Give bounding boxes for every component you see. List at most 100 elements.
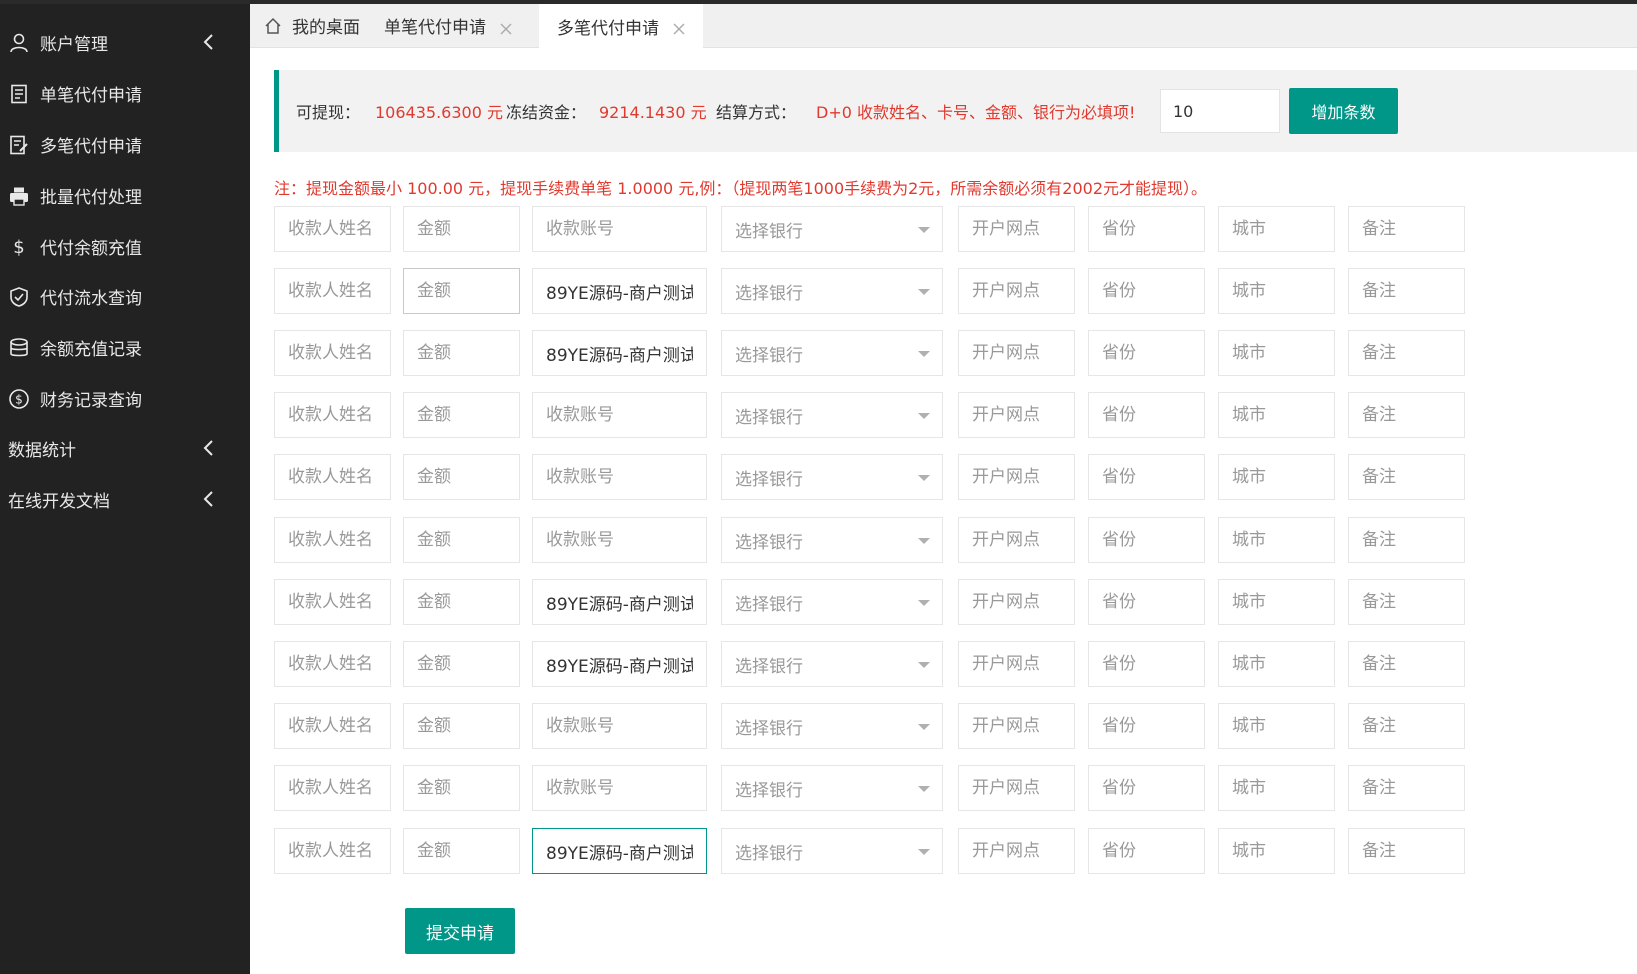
bank-select[interactable]: 选择银行 — [721, 454, 943, 500]
bank-select[interactable]: 选择银行 — [721, 206, 943, 252]
bank-select[interactable]: 选择银行 — [721, 703, 943, 749]
amount-input[interactable] — [403, 330, 520, 376]
name-input[interactable] — [274, 330, 391, 376]
remark-input[interactable] — [1348, 641, 1465, 687]
bank-select[interactable]: 选择银行 — [721, 268, 943, 314]
close-icon[interactable] — [500, 20, 512, 34]
city-input[interactable] — [1218, 517, 1335, 563]
province-input[interactable] — [1088, 206, 1205, 252]
city-input[interactable] — [1218, 268, 1335, 314]
city-input[interactable] — [1218, 206, 1335, 252]
remark-input[interactable] — [1348, 268, 1465, 314]
branch-input[interactable] — [958, 454, 1075, 500]
city-input[interactable] — [1218, 765, 1335, 811]
city-input[interactable] — [1218, 703, 1335, 749]
province-input[interactable] — [1088, 454, 1205, 500]
payment-row: 选择银行 — [0, 579, 1637, 625]
amount-input[interactable] — [403, 454, 520, 500]
submit-button[interactable]: 提交申请 — [405, 908, 515, 954]
account-input[interactable] — [532, 330, 707, 376]
branch-input[interactable] — [958, 641, 1075, 687]
province-input[interactable] — [1088, 517, 1205, 563]
province-input[interactable] — [1088, 641, 1205, 687]
city-input[interactable] — [1218, 330, 1335, 376]
tab-single-payment[interactable]: 单笔代付申请 — [384, 4, 512, 47]
amount-input[interactable] — [403, 828, 520, 874]
remark-input[interactable] — [1348, 579, 1465, 625]
close-icon[interactable] — [673, 20, 685, 35]
city-input[interactable] — [1218, 641, 1335, 687]
amount-input[interactable] — [403, 517, 520, 563]
account-input[interactable] — [532, 579, 707, 625]
tab-multi-payment[interactable]: 多笔代付申请 — [539, 4, 703, 48]
account-input[interactable] — [532, 392, 707, 438]
name-input[interactable] — [274, 268, 391, 314]
bank-select[interactable]: 选择银行 — [721, 392, 943, 438]
name-input[interactable] — [274, 828, 391, 874]
sidebar-item-3[interactable]: 多笔代付申请 — [0, 118, 250, 171]
city-input[interactable] — [1218, 454, 1335, 500]
account-input[interactable] — [532, 703, 707, 749]
tab-desktop[interactable]: 我的桌面 — [264, 4, 360, 47]
remark-input[interactable] — [1348, 517, 1465, 563]
amount-input[interactable] — [403, 765, 520, 811]
account-input[interactable] — [532, 641, 707, 687]
city-input[interactable] — [1218, 392, 1335, 438]
city-input[interactable] — [1218, 579, 1335, 625]
add-rows-button[interactable]: 增加条数 — [1289, 88, 1398, 134]
amount-input[interactable] — [403, 206, 520, 252]
branch-input[interactable] — [958, 268, 1075, 314]
sidebar-item-1[interactable]: 账户管理 — [0, 16, 250, 69]
remark-input[interactable] — [1348, 330, 1465, 376]
bank-select[interactable]: 选择银行 — [721, 828, 943, 874]
name-input[interactable] — [274, 206, 391, 252]
province-input[interactable] — [1088, 765, 1205, 811]
remark-input[interactable] — [1348, 206, 1465, 252]
remark-input[interactable] — [1348, 454, 1465, 500]
branch-input[interactable] — [958, 206, 1075, 252]
branch-input[interactable] — [958, 392, 1075, 438]
province-input[interactable] — [1088, 703, 1205, 749]
city-input[interactable] — [1218, 828, 1335, 874]
name-input[interactable] — [274, 517, 391, 563]
bank-select[interactable]: 选择银行 — [721, 579, 943, 625]
name-input[interactable] — [274, 641, 391, 687]
province-input[interactable] — [1088, 268, 1205, 314]
name-input[interactable] — [274, 765, 391, 811]
name-input[interactable] — [274, 392, 391, 438]
branch-input[interactable] — [958, 703, 1075, 749]
amount-input[interactable] — [403, 579, 520, 625]
name-input[interactable] — [274, 703, 391, 749]
account-input[interactable] — [532, 828, 707, 874]
branch-input[interactable] — [958, 517, 1075, 563]
branch-input[interactable] — [958, 579, 1075, 625]
account-input[interactable] — [532, 206, 707, 252]
branch-input[interactable] — [958, 330, 1075, 376]
amount-input[interactable] — [403, 268, 520, 314]
remark-input[interactable] — [1348, 765, 1465, 811]
sidebar-item-2[interactable]: 单笔代付申请 — [0, 67, 250, 120]
amount-input[interactable] — [403, 703, 520, 749]
bank-select[interactable]: 选择银行 — [721, 641, 943, 687]
branch-input[interactable] — [958, 765, 1075, 811]
account-input[interactable] — [532, 765, 707, 811]
account-input[interactable] — [532, 517, 707, 563]
province-input[interactable] — [1088, 828, 1205, 874]
amount-input[interactable] — [403, 641, 520, 687]
remark-input[interactable] — [1348, 828, 1465, 874]
remark-input[interactable] — [1348, 392, 1465, 438]
bank-select[interactable]: 选择银行 — [721, 517, 943, 563]
account-input[interactable] — [532, 454, 707, 500]
row-count-input[interactable] — [1160, 89, 1280, 133]
bank-select[interactable]: 选择银行 — [721, 765, 943, 811]
province-input[interactable] — [1088, 330, 1205, 376]
province-input[interactable] — [1088, 392, 1205, 438]
province-input[interactable] — [1088, 579, 1205, 625]
bank-select[interactable]: 选择银行 — [721, 330, 943, 376]
account-input[interactable] — [532, 268, 707, 314]
branch-input[interactable] — [958, 828, 1075, 874]
remark-input[interactable] — [1348, 703, 1465, 749]
name-input[interactable] — [274, 579, 391, 625]
amount-input[interactable] — [403, 392, 520, 438]
name-input[interactable] — [274, 454, 391, 500]
